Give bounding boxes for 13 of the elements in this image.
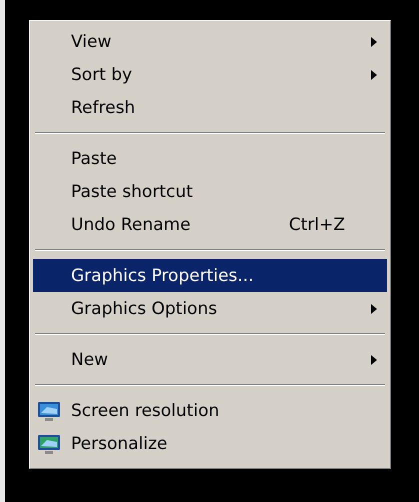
menu-item[interactable]: Personalize (33, 427, 387, 460)
menu-item[interactable]: Graphics Properties... (33, 259, 387, 292)
menu-item[interactable]: Paste shortcut (33, 175, 387, 208)
monitor-icon (37, 400, 61, 422)
menu-item[interactable]: Undo Rename Ctrl+Z (33, 208, 387, 241)
monitor-icon (37, 433, 61, 455)
menu-item[interactable]: Graphics Options (33, 292, 387, 325)
menu-item[interactable]: Screen resolution (33, 394, 387, 427)
menu-item[interactable]: View (33, 25, 387, 58)
menu-item[interactable]: New (33, 343, 387, 376)
menu-item[interactable]: Refresh (33, 91, 387, 124)
menu-item[interactable]: Sort by (33, 58, 387, 91)
menu-item[interactable]: Paste (33, 142, 387, 175)
